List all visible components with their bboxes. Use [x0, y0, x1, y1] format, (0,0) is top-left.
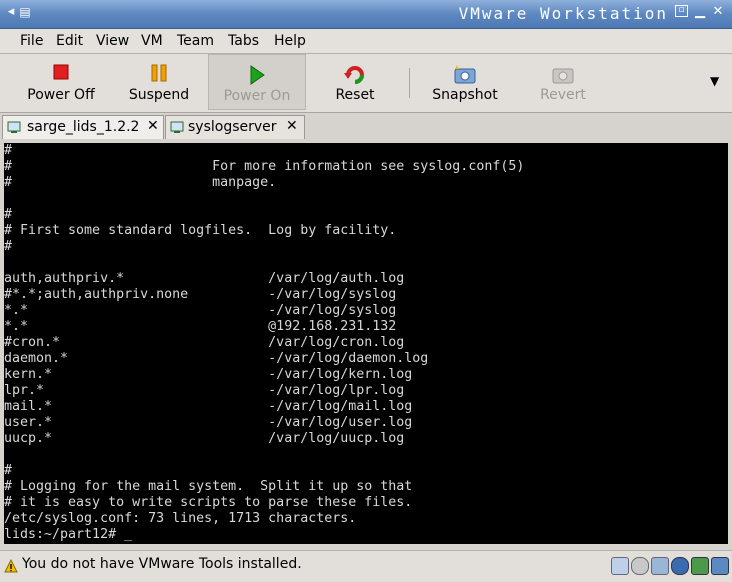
console-line: /etc/syslog.conf: 73 lines, 1713 charact… — [4, 511, 357, 526]
console-line: lpr.* -/var/log/lpr.log — [4, 383, 405, 398]
menu-edit[interactable]: Edit — [56, 33, 83, 49]
console-line: # — [4, 143, 13, 158]
maximize-icon[interactable]: ▫ — [675, 5, 688, 17]
minimize-icon[interactable]: ▁ — [693, 5, 707, 19]
menu-team[interactable]: Team — [177, 33, 214, 49]
network-icon[interactable] — [691, 557, 709, 575]
power-off-button[interactable]: Power Off — [18, 54, 104, 110]
console-line: mail.* -/var/log/mail.log — [4, 399, 413, 414]
tab-close-icon[interactable]: ✕ — [147, 118, 159, 134]
console-line: daemon.* -/var/log/daemon.log — [4, 351, 429, 366]
console-line: # — [4, 239, 13, 254]
menu-bar: File Edit View VM Team Tabs Help — [0, 29, 732, 54]
menu-tabs[interactable]: Tabs — [228, 33, 259, 49]
warning-icon — [4, 558, 18, 573]
snapshot-label: Snapshot — [432, 87, 498, 103]
tab-syslogserver[interactable]: syslogserver ✕ — [165, 115, 305, 139]
console-line: # — [4, 207, 13, 222]
tab-bar: sarge_lids_1.2.2 ✕ syslogserver ✕ — [0, 113, 732, 139]
console-line: uucp.* /var/log/uucp.log — [4, 431, 405, 446]
window-menu-arrow-icon[interactable]: ◂ — [4, 5, 18, 19]
toolbar-separator — [409, 68, 410, 98]
close-icon[interactable]: ✕ — [711, 5, 725, 19]
cd-rom-icon[interactable] — [631, 557, 649, 575]
suspend-label: Suspend — [128, 87, 190, 103]
snapshot-button[interactable]: Snapshot — [420, 54, 510, 110]
console-line: lids:~/part12# _ — [4, 527, 133, 542]
revert-label: Revert — [540, 87, 586, 103]
console-line: # it is easy to write scripts to parse t… — [4, 495, 413, 510]
vm-icon — [170, 120, 184, 134]
menu-file[interactable]: File — [20, 33, 43, 49]
sound-icon[interactable] — [711, 557, 729, 575]
console-line: # First some standard logfiles. Log by f… — [4, 223, 397, 238]
menu-help[interactable]: Help — [274, 33, 306, 49]
console-line: #cron.* /var/log/cron.log — [4, 335, 405, 350]
console-line: auth,authpriv.* /var/log/auth.log — [4, 271, 405, 286]
hard-disk-icon[interactable] — [611, 557, 629, 575]
reset-label: Reset — [335, 87, 375, 103]
console-line: user.* -/var/log/user.log — [4, 415, 413, 430]
console-line: *.* -/var/log/syslog — [4, 303, 397, 318]
title-bar: ◂ ▤ VMware Workstation ▫ ▁ ✕ — [0, 0, 732, 29]
menu-vm[interactable]: VM — [141, 33, 163, 49]
console-line: kern.* -/var/log/kern.log — [4, 367, 413, 382]
console-line: # manpage. — [4, 175, 277, 190]
suspend-icon — [150, 64, 168, 86]
power-off-icon — [53, 64, 69, 84]
power-on-label: Power On — [223, 88, 291, 104]
vm-icon — [7, 120, 21, 134]
status-bar: You do not have VMware Tools installed. — [0, 550, 732, 582]
reset-button[interactable]: Reset — [314, 54, 396, 110]
app-menu-icon[interactable]: ▤ — [18, 5, 32, 19]
console-text: # # For more information see syslog.conf… — [4, 143, 728, 543]
power-on-icon — [248, 65, 266, 89]
tab-close-icon[interactable]: ✕ — [286, 118, 298, 134]
console-line: *.* @192.168.231.132 — [4, 319, 397, 334]
vm-console[interactable]: # # For more information see syslog.conf… — [4, 143, 728, 544]
tab-sarge-lids[interactable]: sarge_lids_1.2.2 ✕ — [2, 115, 164, 139]
power-off-label: Power Off — [27, 87, 95, 103]
console-line: #*.*;auth,authpriv.none -/var/log/syslog — [4, 287, 397, 302]
console-line: # For more information see syslog.conf(5… — [4, 159, 525, 174]
menu-view[interactable]: View — [96, 33, 129, 49]
window-title: VMware Workstation — [458, 4, 668, 23]
tab-label: sarge_lids_1.2.2 — [27, 119, 140, 135]
revert-button[interactable]: Revert — [520, 54, 606, 110]
console-line: # — [4, 463, 13, 478]
toolbar-overflow-arrow-icon[interactable]: ▼ — [710, 74, 719, 88]
floppy-icon[interactable] — [651, 557, 669, 575]
power-on-button[interactable]: Power On — [208, 54, 306, 110]
usb-icon[interactable] — [671, 557, 689, 575]
tab-label: syslogserver — [188, 119, 277, 135]
status-message: You do not have VMware Tools installed. — [22, 556, 302, 572]
console-line: # Logging for the mail system. Split it … — [4, 479, 413, 494]
suspend-button[interactable]: Suspend — [116, 54, 202, 110]
toolbar: Power Off Suspend Power On Reset Snapsho… — [0, 54, 732, 113]
